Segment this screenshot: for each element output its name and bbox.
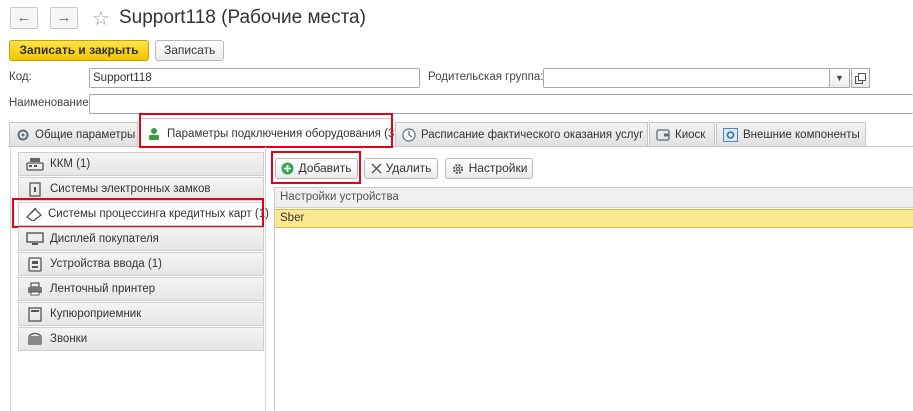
forward-button[interactable]: → [50, 7, 78, 29]
bill-acceptor-icon [25, 306, 45, 322]
door-lock-icon [25, 181, 45, 197]
arrow-right-icon: → [56, 9, 72, 26]
code-label: Код: [9, 71, 32, 83]
gear-window-icon [723, 127, 738, 142]
delete-button-label: Удалить [385, 161, 432, 175]
table-row[interactable]: Sber [275, 209, 913, 228]
equipment-item-calls[interactable]: Звонки [18, 327, 264, 351]
tab-service-schedule[interactable]: Расписание фактического оказания услуг [395, 122, 648, 146]
phone-icon [25, 332, 45, 346]
scanner-icon [25, 256, 45, 272]
code-field[interactable]: Support118 [89, 68, 420, 88]
left-border [10, 147, 11, 411]
splitter[interactable] [265, 147, 266, 411]
equipment-item-label: ККМ (1) [50, 158, 91, 170]
name-label: Наименование: [9, 97, 92, 109]
page-title: Support118 (Рабочие места) [119, 7, 366, 28]
save-button[interactable]: Записать [155, 40, 224, 61]
equipment-item-tape-printer[interactable]: Ленточный принтер [18, 277, 264, 301]
highlight-box-equipment-tab [139, 113, 393, 148]
tab-general-params[interactable]: Общие параметры [9, 122, 138, 146]
dropdown-button[interactable]: ▼ [829, 68, 850, 88]
printer-icon [25, 282, 45, 296]
equipment-item-label: Ленточный принтер [50, 283, 156, 295]
open-button[interactable] [851, 68, 870, 88]
equipment-item-label: Звонки [50, 333, 88, 345]
parent-group-label: Родительская группа: [428, 71, 544, 83]
arrow-left-icon: ← [16, 9, 32, 26]
open-window-icon [855, 73, 866, 84]
close-icon [371, 163, 382, 174]
settings-button-label: Настройки [468, 161, 528, 175]
chevron-down-icon: ▼ [835, 73, 844, 83]
equipment-item-bill-acceptor[interactable]: Купюроприемник [18, 302, 264, 326]
equipment-item-label: Устройства ввода (1) [50, 258, 162, 270]
tab-external-components[interactable]: Внешние компоненты [716, 122, 866, 146]
equipment-item-label: Системы электронных замков [50, 183, 211, 195]
tab-label: Расписание фактического оказания услуг [421, 128, 644, 141]
clock-icon [402, 127, 416, 142]
equipment-item-input-devices[interactable]: Устройства ввода (1) [18, 252, 264, 276]
delete-button[interactable]: Удалить [364, 158, 438, 179]
equipment-item-kkm[interactable]: ККМ (1) [18, 152, 264, 176]
tab-label: Киоск [675, 128, 706, 141]
highlight-box-card-processing [12, 198, 264, 228]
tab-label: Внешние компоненты [743, 128, 860, 141]
equipment-item-label: Дисплей покупателя [50, 233, 159, 245]
column-header-device-settings[interactable]: Настройки устройства [275, 188, 913, 208]
favorite-star-icon[interactable]: ☆ [92, 6, 110, 31]
gear-icon [451, 162, 465, 176]
wrench-icon [16, 128, 30, 142]
wallet-icon [656, 128, 670, 141]
back-button[interactable]: ← [10, 7, 38, 29]
device-settings-table[interactable]: Настройки устройства Sber [274, 187, 913, 411]
equipment-item-label: Купюроприемник [50, 308, 142, 320]
save-and-close-button[interactable]: Записать и закрыть [9, 40, 149, 61]
monitor-icon [25, 232, 45, 246]
settings-button[interactable]: Настройки [445, 158, 533, 179]
parent-group-field[interactable] [543, 68, 830, 88]
highlight-box-add [271, 151, 361, 184]
equipment-item-customer-display[interactable]: Дисплей покупателя [18, 227, 264, 251]
tab-label: Общие параметры [35, 128, 136, 141]
tab-kiosk[interactable]: Киоск [649, 122, 715, 146]
name-field[interactable] [89, 94, 913, 114]
cash-register-icon [25, 157, 45, 171]
